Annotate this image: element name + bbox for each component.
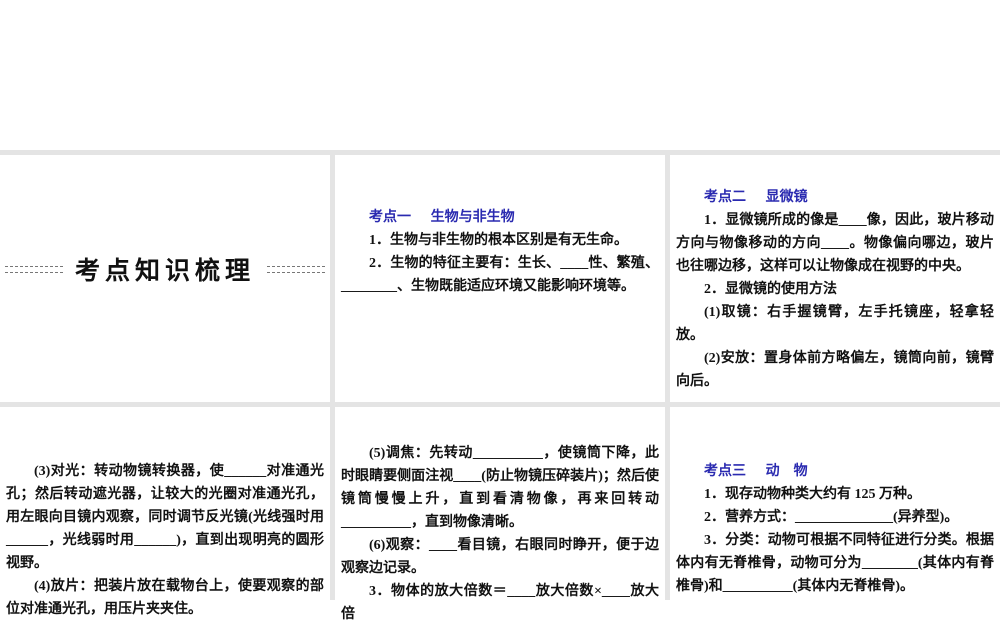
section-title: 考点知识梳理 (74, 256, 255, 285)
dashed-divider-left (4, 265, 63, 273)
panel-kaodian-2: 考点二 显微镜 1．显微镜所成的像是____像，因此，玻片移动方向与物像移动的方向… (670, 155, 1000, 402)
panel-microscope-use-2: (5)调焦：先转动__________，使镜筒下降，此时眼睛要侧面注视____(… (335, 407, 665, 622)
dashed-divider-right (267, 265, 325, 273)
heading-title: 生物与非生物 (430, 210, 515, 225)
panel-kaodian-3: 考点三 动 物 1．现存动物种类大约有 125 万种。 2．营养方式：______… (670, 407, 1000, 600)
paragraph: (5)调焦：先转动__________，使镜筒下降，此时眼睛要侧面注视____(… (341, 446, 659, 530)
panel-microscope-use-1: (3)对光：转动物镜转换器，使______对准通光孔；然后转动遮光器，让较大的光… (0, 407, 330, 617)
heading-number: 考点三 (704, 464, 746, 479)
paragraph: 1．生物与非生物的根本区别是有无生命。 (369, 233, 628, 248)
paragraph: 2．显微镜的使用方法 (704, 282, 837, 297)
paragraph: 2．营养方式：______________(异养型)。 (704, 510, 959, 525)
section-heading: 考点二 显微镜 (676, 186, 994, 209)
heading-title: 动 物 (765, 464, 808, 479)
panel-section-title: 考点知识梳理 (0, 155, 330, 402)
paragraph: 3．物体的放大倍数＝____放大倍数×____放大倍 (341, 584, 659, 622)
paragraph: (4)放片：把装片放在载物台上，使要观察的部位对准通光孔，用压片夹夹住。 (6, 579, 324, 617)
panel-kaodian-1: 考点一 生物与非生物 1．生物与非生物的根本区别是有无生命。 2．生物的特征主要有… (335, 155, 665, 402)
heading-number: 考点二 (704, 190, 746, 205)
section-heading: 考点三 动 物 (676, 460, 994, 483)
paragraph: 1．现存动物种类大约有 125 万种。 (704, 487, 921, 502)
heading-number: 考点一 (369, 210, 411, 225)
paragraph: 3．分类：动物可根据不同特征进行分类。根据体内有无脊椎骨，动物可分为______… (676, 533, 994, 594)
paragraph: 1．显微镜所成的像是____像，因此，玻片移动方向与物像移动的方向____。物像… (676, 213, 994, 274)
heading-title: 显微镜 (765, 190, 808, 205)
section-heading: 考点一 生物与非生物 (341, 206, 659, 229)
paragraph: (1)取镜：右手握镜臂，左手托镜座，轻拿轻放。 (676, 305, 994, 343)
paragraph: (2)安放：置身体前方略偏左，镜筒向前，镜臂向后。 (676, 351, 994, 389)
paragraph: (3)对光：转动物镜转换器，使______对准通光孔；然后转动遮光器，让较大的光… (6, 464, 324, 571)
paragraph: (6)观察：____看目镜，右眼同时睁开，便于边观察边记录。 (341, 538, 659, 576)
paragraph: 2．生物的特征主要有：生长、____性、繁殖、________、生物既能适应环境… (341, 256, 659, 294)
